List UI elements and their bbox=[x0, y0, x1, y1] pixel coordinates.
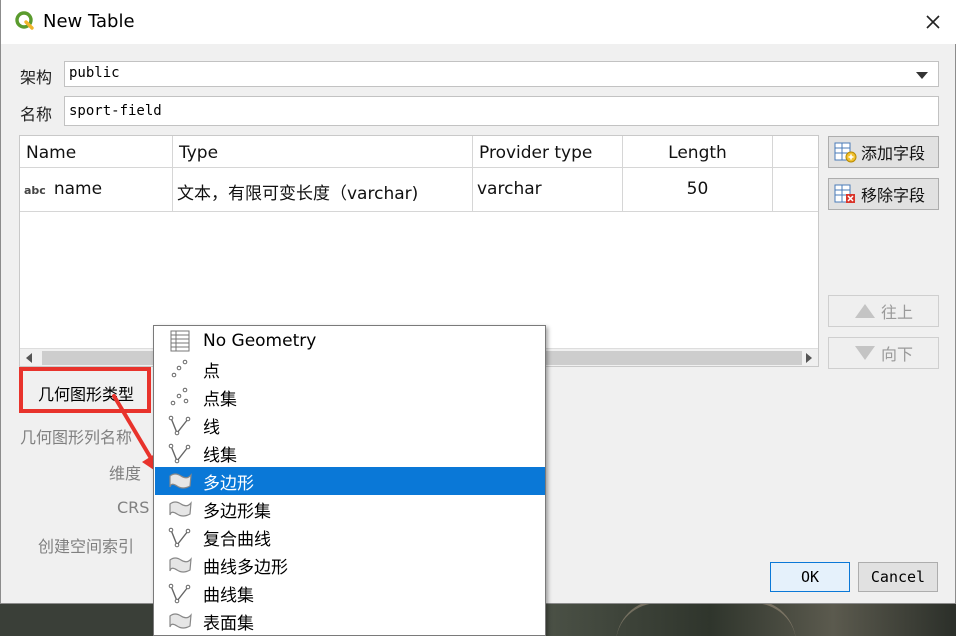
add-field-label: 添加字段 bbox=[861, 144, 926, 163]
dropdown-item-polygon[interactable]: 多边形 bbox=[155, 467, 545, 495]
close-icon bbox=[926, 15, 940, 29]
name-label: 名称 bbox=[20, 105, 53, 124]
dropdown-item-point[interactable]: 点 bbox=[155, 355, 545, 383]
multicurve-icon bbox=[168, 583, 191, 604]
remove-field-label: 移除字段 bbox=[861, 186, 926, 205]
arrow-down-icon bbox=[855, 346, 875, 360]
table-name-value: sport-field bbox=[69, 103, 162, 119]
text-field-icon: abc bbox=[24, 184, 46, 197]
dropdown-item-line[interactable]: 线 bbox=[155, 411, 545, 439]
column-header-type[interactable]: Type bbox=[173, 136, 473, 168]
dropdown-item-multiline[interactable]: 线集 bbox=[155, 439, 545, 467]
column-header-name[interactable]: Name bbox=[20, 136, 173, 168]
move-down-label: 向下 bbox=[881, 345, 914, 364]
dropdown-item-curve-polygon[interactable]: 曲线多边形 bbox=[155, 551, 545, 579]
move-up-label: 往上 bbox=[881, 303, 914, 322]
dropdown-item-no-geometry[interactable]: No Geometry bbox=[155, 327, 545, 355]
spatial-index-label: 创建空间索引 bbox=[38, 537, 135, 556]
multipolygon-icon bbox=[169, 501, 192, 517]
title-bar: New Table bbox=[1, 0, 956, 44]
dropdown-item-compound-curve[interactable]: 复合曲线 bbox=[155, 523, 545, 551]
compound-curve-icon bbox=[168, 527, 191, 548]
column-header-provider-type[interactable]: Provider type bbox=[473, 136, 623, 168]
field-length-cell[interactable]: 50 bbox=[623, 168, 773, 212]
crs-label: CRS bbox=[117, 498, 150, 517]
field-extra-cell[interactable] bbox=[773, 168, 818, 212]
window-title: New Table bbox=[43, 11, 135, 32]
ok-button[interactable]: OK bbox=[770, 562, 850, 592]
schema-value: public bbox=[69, 65, 120, 81]
schema-label: 架构 bbox=[20, 68, 53, 87]
field-type-cell[interactable]: 文本，有限可变长度（varchar) bbox=[173, 168, 473, 212]
table-row[interactable]: abc name bbox=[20, 168, 173, 212]
add-field-button[interactable]: 添加字段 bbox=[828, 136, 939, 168]
point-icon bbox=[171, 359, 188, 378]
move-up-button[interactable]: 往上 bbox=[828, 295, 939, 327]
schema-combo[interactable]: public bbox=[64, 61, 939, 87]
move-down-button[interactable]: 向下 bbox=[828, 337, 939, 369]
geometry-type-dropdown: No Geometry 点 点集 线 线集 多边形 多边形集 复合曲线 曲线多边… bbox=[153, 325, 546, 636]
scroll-right-icon[interactable] bbox=[806, 353, 812, 363]
remove-field-icon bbox=[834, 184, 855, 203]
close-button[interactable] bbox=[910, 0, 956, 44]
table-name-input[interactable]: sport-field bbox=[64, 96, 939, 126]
table-icon bbox=[170, 330, 190, 352]
add-field-icon bbox=[834, 142, 857, 163]
dropdown-item-multipoint[interactable]: 点集 bbox=[155, 383, 545, 411]
field-name-cell: name bbox=[53, 179, 103, 199]
chevron-down-icon bbox=[916, 72, 928, 79]
dropdown-item-multicurve[interactable]: 曲线集 bbox=[155, 579, 545, 607]
multisurface-icon bbox=[169, 613, 192, 629]
polygon-icon bbox=[169, 473, 192, 489]
multipoint-icon bbox=[170, 387, 189, 406]
column-header-length[interactable]: Length bbox=[623, 136, 773, 168]
scroll-left-icon[interactable] bbox=[26, 353, 32, 363]
cancel-button[interactable]: Cancel bbox=[858, 562, 938, 592]
dropdown-item-multisurface[interactable]: 表面集 bbox=[155, 607, 545, 635]
arrow-up-icon bbox=[855, 304, 875, 318]
qgis-logo-icon bbox=[15, 11, 34, 30]
remove-field-button[interactable]: 移除字段 bbox=[828, 178, 939, 210]
line-icon bbox=[168, 415, 191, 436]
dropdown-item-multipolygon[interactable]: 多边形集 bbox=[155, 495, 545, 523]
column-header-p[interactable]: P bbox=[773, 136, 818, 168]
curve-polygon-icon bbox=[169, 557, 192, 573]
multiline-icon bbox=[168, 443, 191, 464]
field-provider-type-cell[interactable]: varchar bbox=[473, 168, 623, 212]
